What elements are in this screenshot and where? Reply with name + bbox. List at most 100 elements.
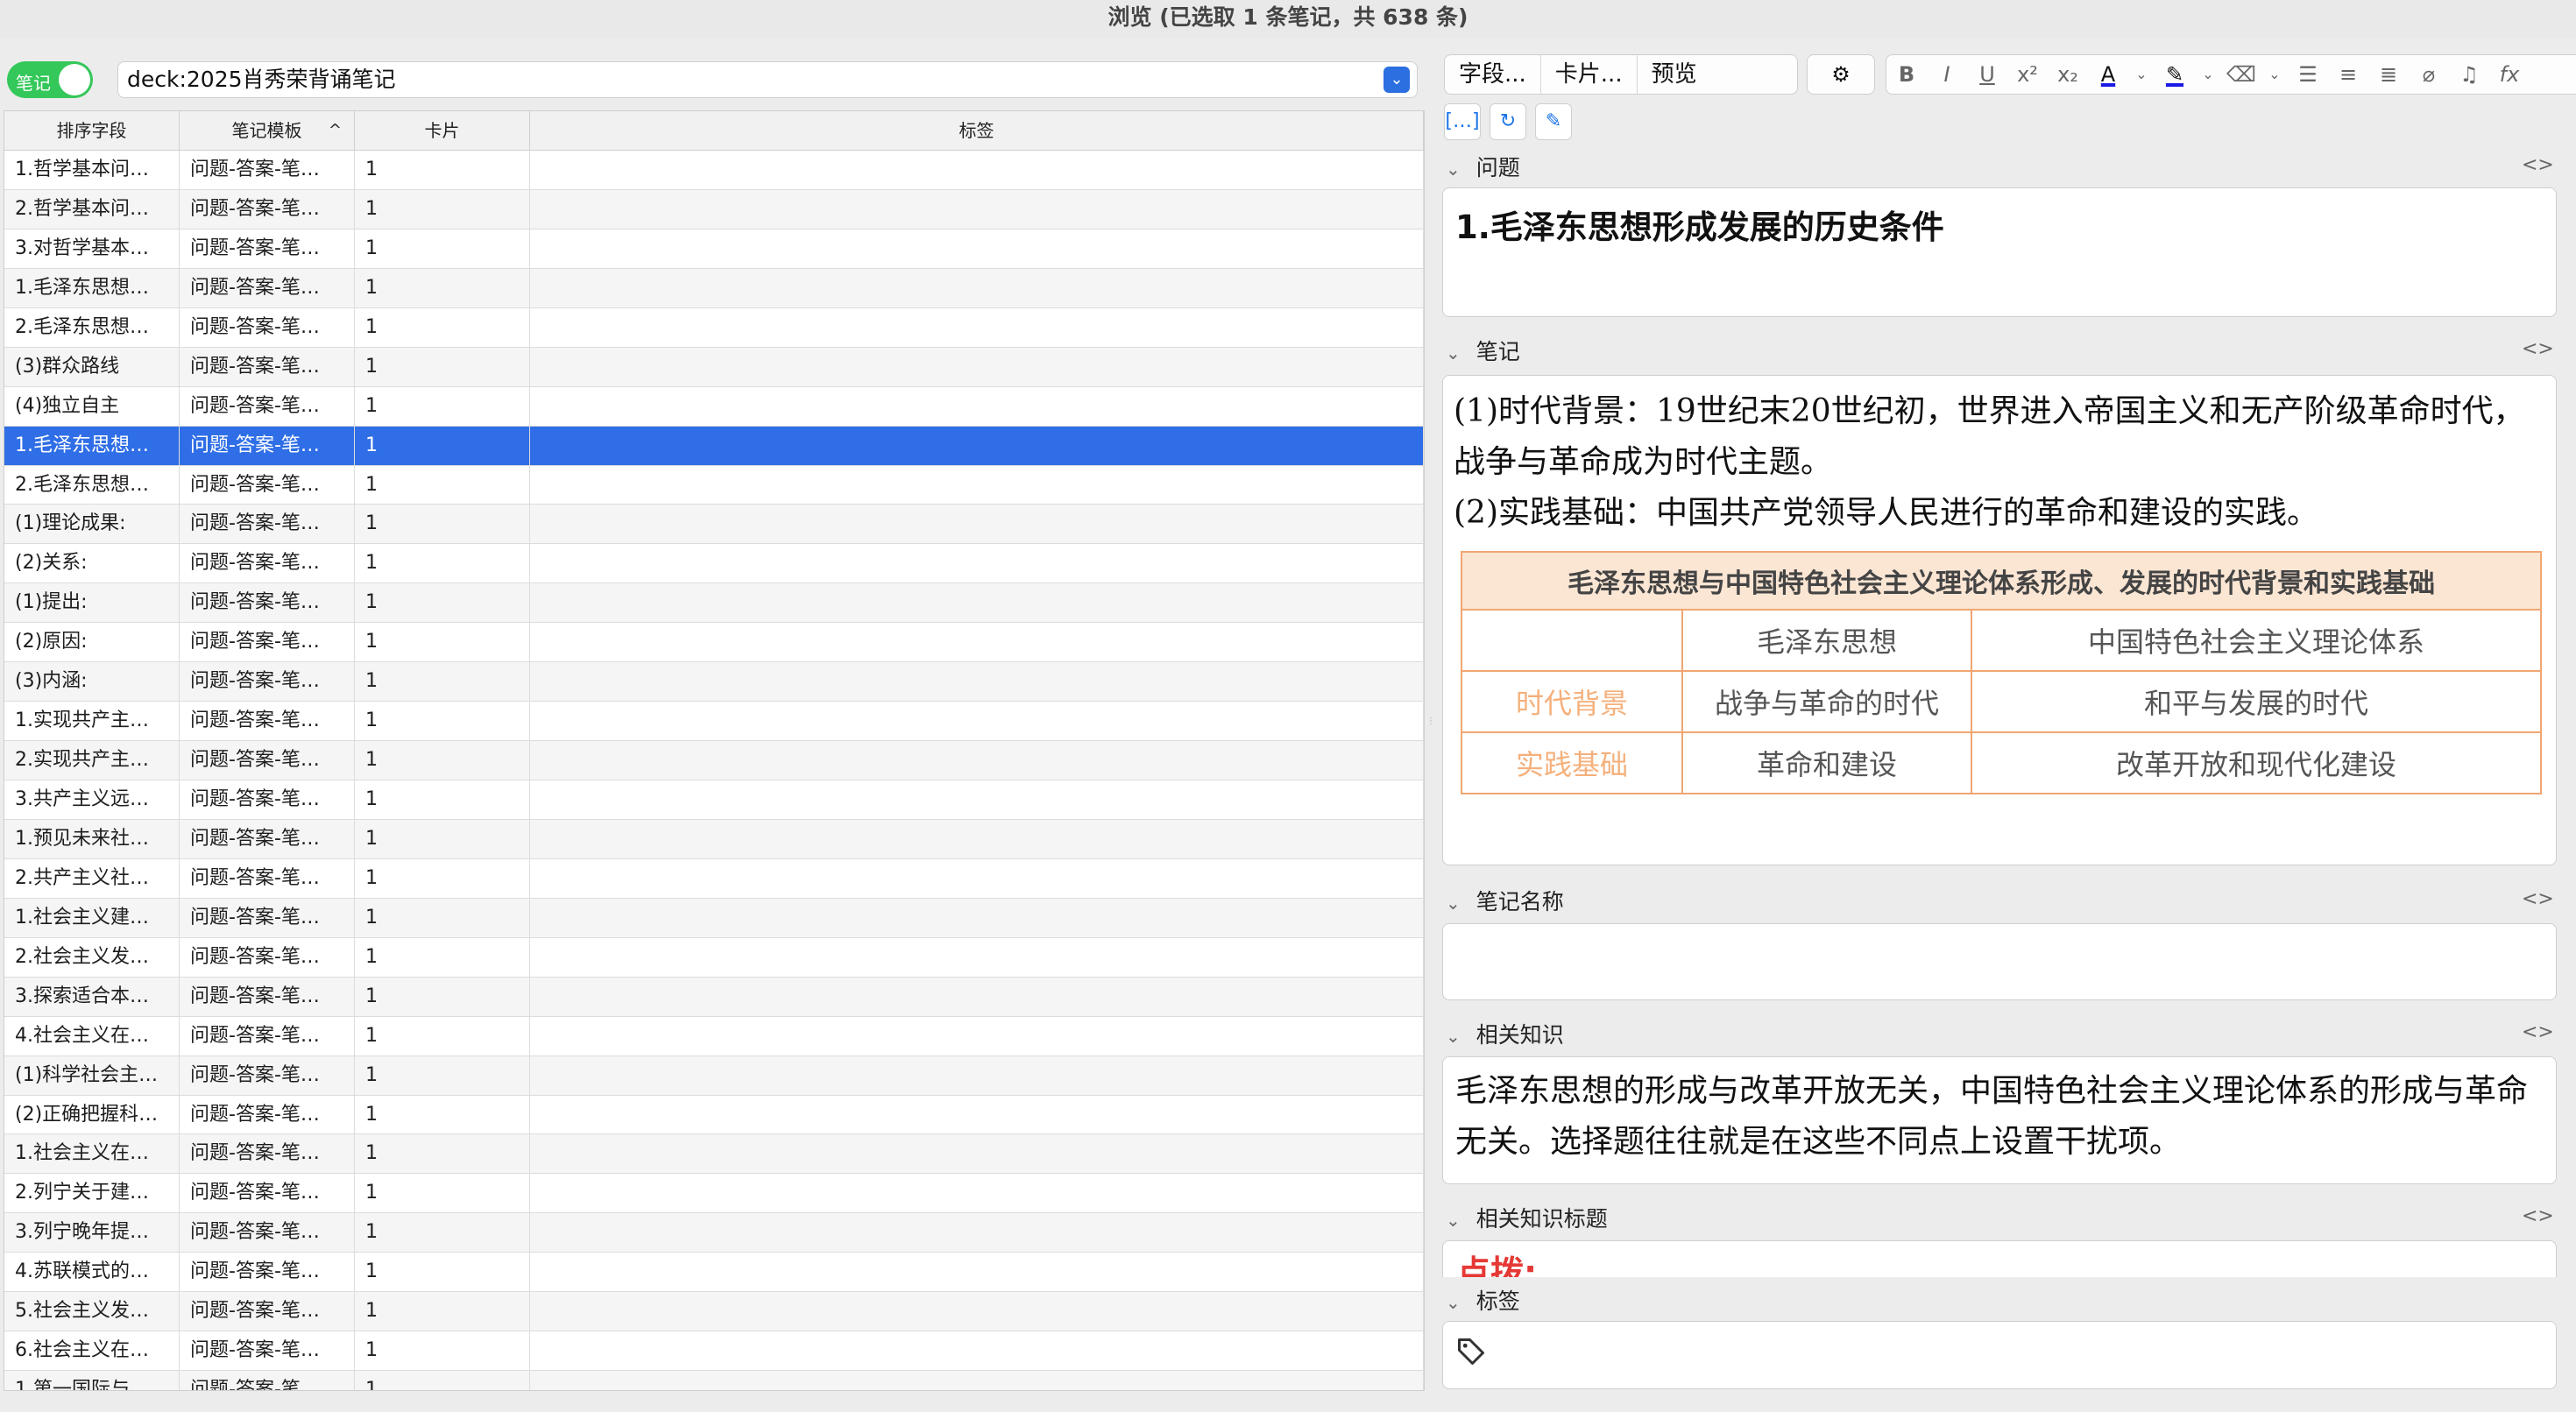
column-header-cards[interactable]: 卡片: [355, 111, 530, 150]
table-row[interactable]: (3)内涵: 问题-答案-笔… 1: [4, 662, 1424, 702]
field-label-question[interactable]: ⌄ 问题: [1446, 151, 1520, 182]
column-header-tags[interactable]: 标签: [530, 111, 1424, 150]
table-row[interactable]: 1.毛泽东思想… 问题-答案-笔… 1: [4, 268, 1424, 308]
notes-mode-toggle[interactable]: 笔记: [7, 61, 93, 98]
table-row[interactable]: (1)科学社会主… 问题-答案-笔… 1: [4, 1055, 1424, 1096]
table-row[interactable]: 1.毛泽东思想… 问题-答案-笔… 1: [4, 426, 1424, 466]
align-icon[interactable]: ≣: [2368, 54, 2409, 95]
table-row[interactable]: 3.列宁晚年提… 问题-答案-笔… 1: [4, 1213, 1424, 1253]
html-toggle-icon[interactable]: <>: [2522, 154, 2554, 176]
bullet-list-icon[interactable]: ☰: [2288, 54, 2328, 95]
table-row[interactable]: (4)独立自主 问题-答案-笔… 1: [4, 386, 1424, 427]
table-row[interactable]: (3)群众路线 问题-答案-笔… 1: [4, 347, 1424, 387]
collapse-chevron-icon[interactable]: ⌄: [1446, 342, 1461, 364]
table-row[interactable]: 2.社会主义发… 问题-答案-笔… 1: [4, 937, 1424, 978]
table-row[interactable]: 6.社会主义在… 问题-答案-笔… 1: [4, 1331, 1424, 1372]
row-tags-cell: [530, 583, 1424, 623]
underline-icon[interactable]: U: [1967, 54, 2007, 95]
table-row[interactable]: 5.社会主义发… 问题-答案-笔… 1: [4, 1292, 1424, 1332]
table-row[interactable]: (2)正确把握科… 问题-答案-笔… 1: [4, 1095, 1424, 1135]
comparison-table-row-header: 实践基础: [1461, 731, 1683, 794]
italic-icon[interactable]: I: [1927, 54, 1967, 95]
table-row[interactable]: (1)理论成果: 问题-答案-笔… 1: [4, 505, 1424, 545]
table-row[interactable]: 1.哲学基本问… 问题-答案-笔… 1: [4, 151, 1424, 190]
table-row[interactable]: 2.共产主义社… 问题-答案-笔… 1: [4, 858, 1424, 899]
numbered-list-icon[interactable]: ≡: [2328, 54, 2368, 95]
table-row[interactable]: 1.预见未来社… 问题-答案-笔… 1: [4, 819, 1424, 859]
table-row[interactable]: 2.毛泽东思想… 问题-答案-笔… 1: [4, 465, 1424, 505]
table-row[interactable]: 2.列宁关于建… 问题-答案-笔… 1: [4, 1174, 1424, 1214]
column-header-sort-field[interactable]: 排序字段: [4, 111, 180, 150]
preview-button[interactable]: 预览: [1638, 54, 1711, 95]
row-tags-cell: [530, 977, 1424, 1016]
collapse-chevron-icon[interactable]: ⌄: [1446, 1292, 1461, 1313]
question-field[interactable]: 1.毛泽东思想形成发展的历史条件: [1442, 187, 2557, 317]
table-row[interactable]: (1)提出: 问题-答案-笔… 1: [4, 583, 1424, 624]
row-template-cell: 问题-答案-笔…: [180, 1371, 355, 1390]
pane-splitter-handle[interactable]: ⋮: [1426, 717, 1435, 729]
refresh-icon[interactable]: ↻: [1490, 103, 1526, 140]
table-row[interactable]: 3.探索适合本… 问题-答案-笔… 1: [4, 977, 1424, 1017]
table-row[interactable]: 2.哲学基本问… 问题-答案-笔… 1: [4, 189, 1424, 229]
text-color-icon[interactable]: A: [2088, 54, 2128, 95]
fields-button[interactable]: 字段...: [1445, 54, 1541, 95]
microphone-icon[interactable]: ♫: [2449, 54, 2489, 95]
cloze-icon[interactable]: […]: [1444, 103, 1481, 140]
row-template-cell: 问题-答案-笔…: [180, 937, 355, 977]
highlight-icon[interactable]: ✎: [2155, 54, 2195, 95]
collapse-chevron-icon[interactable]: ⌄: [1446, 1210, 1461, 1231]
row-cards-cell: 1: [355, 151, 530, 189]
collapse-chevron-icon[interactable]: ⌄: [1446, 159, 1461, 180]
attachment-icon[interactable]: ⌀: [2409, 54, 2449, 95]
table-row[interactable]: 1.第一国际与… 问题-答案-笔… 1: [4, 1371, 1424, 1390]
related-title-field[interactable]: 点拨:: [1442, 1240, 2557, 1277]
table-row[interactable]: 1.社会主义建… 问题-答案-笔… 1: [4, 898, 1424, 938]
comparison-table-col-header: 中国特色社会主义理论体系: [1971, 609, 2542, 672]
subscript-icon[interactable]: x₂: [2048, 54, 2088, 95]
field-label-tags[interactable]: ⌄ 标签: [1446, 1284, 1520, 1316]
html-toggle-icon[interactable]: <>: [2522, 338, 2554, 360]
row-tags-cell: [530, 1174, 1424, 1213]
bold-icon[interactable]: B: [1886, 54, 1927, 95]
row-tags-cell: [530, 1016, 1424, 1055]
column-header-note-template[interactable]: 笔记模板 ^: [180, 111, 355, 150]
table-row[interactable]: (2)关系: 问题-答案-笔… 1: [4, 544, 1424, 584]
eraser-icon[interactable]: ⌫: [2221, 54, 2261, 95]
table-row[interactable]: (2)原因: 问题-答案-笔… 1: [4, 623, 1424, 663]
collapse-chevron-icon[interactable]: ⌄: [1446, 1026, 1461, 1047]
search-input[interactable]: deck:2025肖秀荣背诵笔记 ⌄: [117, 61, 1418, 98]
table-row[interactable]: 1.实现共产主… 问题-答案-笔… 1: [4, 702, 1424, 742]
table-row[interactable]: 4.苏联模式的… 问题-答案-笔… 1: [4, 1253, 1424, 1293]
table-row[interactable]: 4.社会主义在… 问题-答案-笔… 1: [4, 1016, 1424, 1056]
table-row[interactable]: 1.社会主义在… 问题-答案-笔… 1: [4, 1134, 1424, 1175]
search-history-dropdown[interactable]: ⌄: [1384, 67, 1410, 93]
html-toggle-icon[interactable]: <>: [2522, 1205, 2554, 1227]
field-label-note-name[interactable]: ⌄ 笔记名称: [1446, 885, 1564, 916]
field-label-note[interactable]: ⌄ 笔记: [1446, 335, 1520, 366]
superscript-icon[interactable]: x²: [2007, 54, 2048, 95]
note-name-field[interactable]: [1442, 923, 2557, 1000]
html-toggle-icon[interactable]: <>: [2522, 1021, 2554, 1043]
table-row[interactable]: 2.毛泽东思想… 问题-答案-笔… 1: [4, 307, 1424, 348]
table-row[interactable]: 2.实现共产主… 问题-答案-笔… 1: [4, 741, 1424, 780]
gear-icon[interactable]: ⚙: [1821, 54, 1861, 95]
collapse-chevron-icon[interactable]: ⌄: [1446, 893, 1461, 914]
related-field[interactable]: 毛泽东思想的形成与改革开放无关，中国特色社会主义理论体系的形成与革命无关。选择题…: [1442, 1056, 2557, 1184]
html-toggle-icon[interactable]: <>: [2522, 888, 2554, 910]
field-label-related-title[interactable]: ⌄ 相关知识标题: [1446, 1202, 1608, 1233]
eraser-chevron-icon[interactable]: ⌄: [2261, 54, 2288, 95]
text-color-chevron-icon[interactable]: ⌄: [2128, 54, 2155, 95]
edit-html-icon[interactable]: ✎: [1535, 103, 1572, 140]
tags-field[interactable]: [1442, 1321, 2557, 1389]
highlight-chevron-icon[interactable]: ⌄: [2195, 54, 2221, 95]
table-row[interactable]: 3.共产主义远… 问题-答案-笔… 1: [4, 780, 1424, 820]
field-label-related[interactable]: ⌄ 相关知识: [1446, 1018, 1564, 1049]
row-cards-cell: 1: [355, 465, 530, 505]
comparison-table-title: 毛泽东思想与中国特色社会主义理论体系形成、发展的时代背景和实践基础: [1461, 551, 2542, 611]
note-field[interactable]: (1)时代背景：19世纪末20世纪初，世界进入帝国主义和无产阶级革命时代，战争与…: [1442, 375, 2557, 865]
table-row[interactable]: 3.对哲学基本… 问题-答案-笔… 1: [4, 229, 1424, 269]
cards-button[interactable]: 卡片...: [1541, 54, 1638, 95]
comparison-table-cell: 和平与发展的时代: [1971, 670, 2542, 733]
formula-icon[interactable]: fx: [2489, 54, 2530, 95]
row-template-cell: 问题-答案-笔…: [180, 898, 355, 937]
